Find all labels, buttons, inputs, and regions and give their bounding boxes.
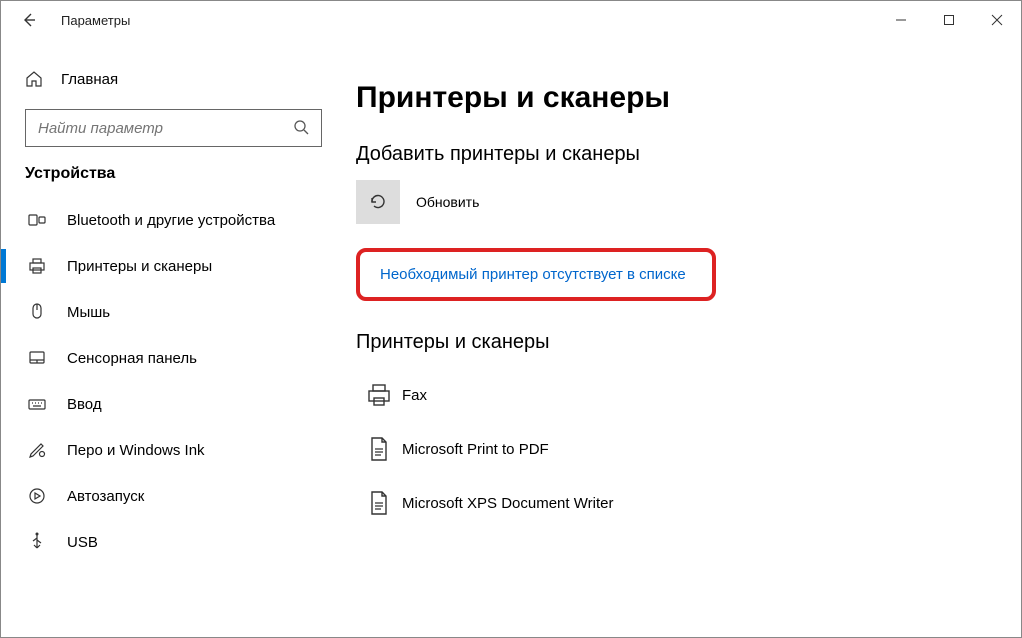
sidebar-item-touchpad[interactable]: Сенсорная панель [1, 335, 346, 381]
printer-icon [25, 256, 49, 276]
home-icon [25, 70, 43, 88]
sidebar-item-label: Автозапуск [67, 488, 144, 505]
printer-list: Fax Microsoft Print to PDF Microsoft XPS… [356, 368, 1021, 530]
printer-label: Microsoft Print to PDF [402, 441, 549, 458]
refresh-row[interactable]: Обновить [356, 180, 1021, 224]
sidebar-item-label: Мышь [67, 304, 110, 321]
window-body: Главная Устройства Bluetooth и другие ус… [1, 39, 1021, 637]
home-label: Главная [61, 71, 118, 88]
sidebar-item-bluetooth[interactable]: Bluetooth и другие устройства [1, 197, 346, 243]
list-heading: Принтеры и сканеры [356, 331, 1021, 354]
sidebar-item-label: Принтеры и сканеры [67, 258, 212, 275]
mouse-icon [25, 302, 49, 322]
close-icon [991, 14, 1003, 26]
usb-icon [25, 532, 49, 552]
sidebar-item-label: Перо и Windows Ink [67, 442, 205, 459]
touchpad-icon [25, 348, 49, 368]
printer-label: Fax [402, 387, 427, 404]
printer-missing-link[interactable]: Необходимый принтер отсутствует в списке [380, 266, 686, 283]
sidebar-nav: Bluetooth и другие устройства Принтеры и… [1, 197, 346, 565]
highlight-annotation: Необходимый принтер отсутствует в списке [356, 248, 716, 301]
sidebar-item-label: USB [67, 534, 98, 551]
bluetooth-icon [25, 210, 49, 230]
printer-label: Microsoft XPS Document Writer [402, 495, 613, 512]
sidebar: Главная Устройства Bluetooth и другие ус… [1, 39, 346, 637]
sidebar-item-label: Bluetooth и другие устройства [67, 212, 275, 229]
printer-item-fax[interactable]: Fax [356, 368, 1021, 422]
window-title: Параметры [61, 13, 130, 28]
settings-window: Параметры Главная [0, 0, 1022, 638]
search-box[interactable] [25, 109, 322, 147]
sidebar-item-autoplay[interactable]: Автозапуск [1, 473, 346, 519]
fax-icon [356, 381, 402, 409]
search-icon [293, 119, 309, 138]
keyboard-icon [25, 394, 49, 414]
refresh-button[interactable] [356, 180, 400, 224]
close-button[interactable] [973, 1, 1021, 39]
sidebar-item-printers[interactable]: Принтеры и сканеры [1, 243, 346, 289]
refresh-label: Обновить [416, 194, 479, 210]
arrow-left-icon [21, 12, 37, 28]
maximize-icon [943, 14, 955, 26]
sidebar-item-mouse[interactable]: Мышь [1, 289, 346, 335]
page-title: Принтеры и сканеры [356, 81, 1021, 115]
autoplay-icon [25, 486, 49, 506]
sidebar-home[interactable]: Главная [1, 59, 346, 99]
sidebar-item-label: Ввод [67, 396, 102, 413]
sidebar-item-pen[interactable]: Перо и Windows Ink [1, 427, 346, 473]
minimize-icon [895, 14, 907, 26]
sidebar-item-usb[interactable]: USB [1, 519, 346, 565]
content-area: Принтеры и сканеры Добавить принтеры и с… [346, 39, 1021, 637]
pen-icon [25, 440, 49, 460]
document-icon [356, 489, 402, 517]
window-controls [877, 1, 1021, 39]
back-button[interactable] [15, 6, 43, 34]
sidebar-section-title: Устройства [1, 165, 346, 197]
printer-item-pdf[interactable]: Microsoft Print to PDF [356, 422, 1021, 476]
sidebar-item-typing[interactable]: Ввод [1, 381, 346, 427]
add-heading: Добавить принтеры и сканеры [356, 143, 1021, 166]
minimize-button[interactable] [877, 1, 925, 39]
maximize-button[interactable] [925, 1, 973, 39]
sidebar-item-label: Сенсорная панель [67, 350, 197, 367]
search-input[interactable] [38, 120, 293, 137]
document-icon [356, 435, 402, 463]
refresh-icon [368, 192, 388, 212]
printer-item-xps[interactable]: Microsoft XPS Document Writer [356, 476, 1021, 530]
titlebar: Параметры [1, 1, 1021, 39]
